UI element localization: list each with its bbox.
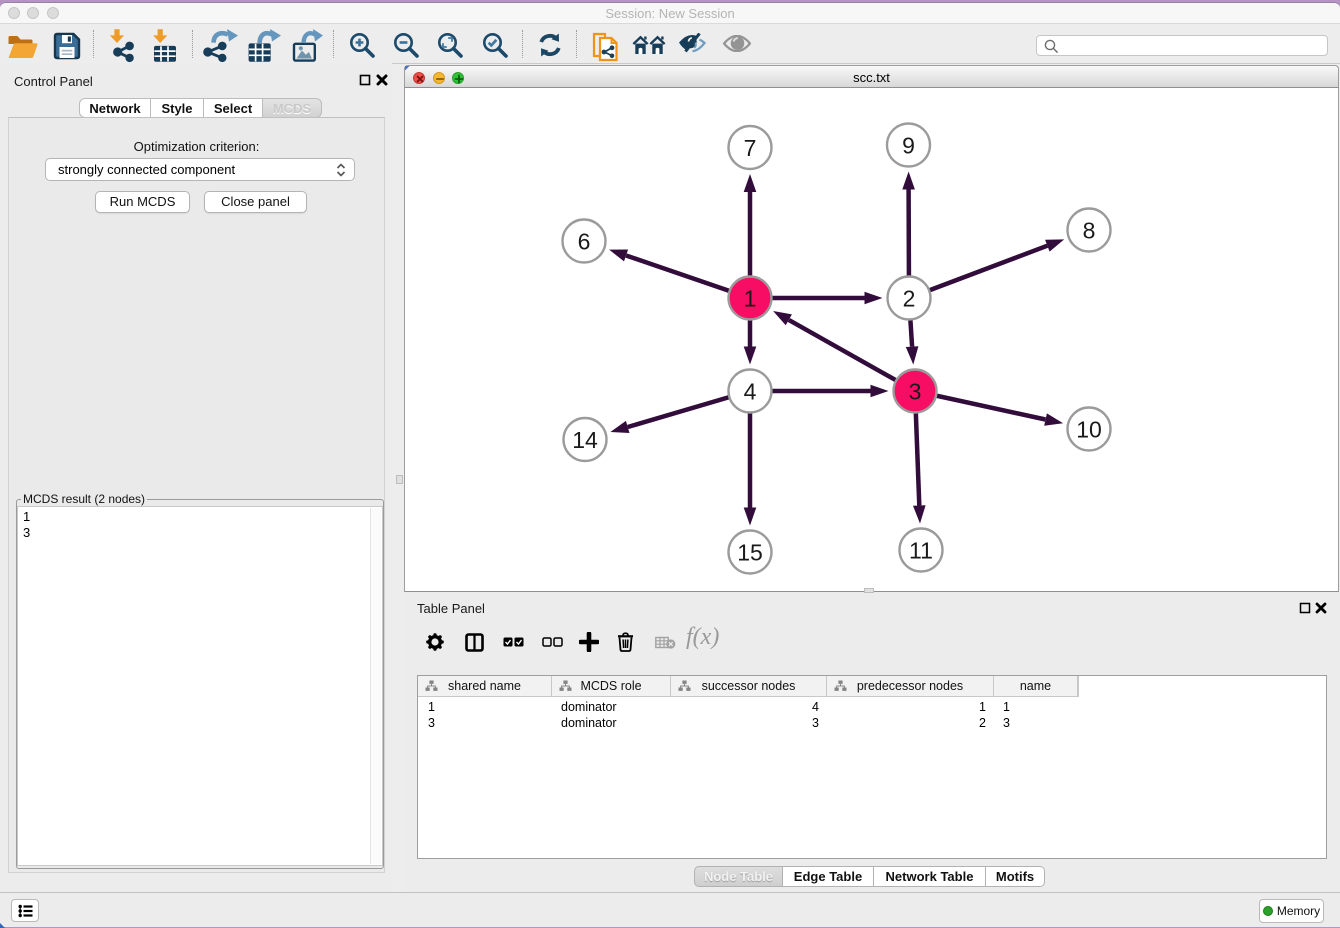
svg-text:11: 11 bbox=[909, 538, 933, 564]
svg-text:9: 9 bbox=[902, 133, 915, 159]
svg-text:15: 15 bbox=[737, 540, 763, 566]
svg-text:3: 3 bbox=[909, 379, 922, 405]
svg-text:7: 7 bbox=[744, 135, 757, 161]
svg-text:1: 1 bbox=[744, 286, 757, 312]
svg-text:2: 2 bbox=[903, 286, 916, 312]
svg-text:6: 6 bbox=[578, 229, 591, 255]
svg-text:8: 8 bbox=[1083, 218, 1096, 244]
svg-text:10: 10 bbox=[1076, 417, 1102, 443]
svg-text:4: 4 bbox=[744, 379, 757, 405]
svg-text:14: 14 bbox=[572, 427, 598, 453]
